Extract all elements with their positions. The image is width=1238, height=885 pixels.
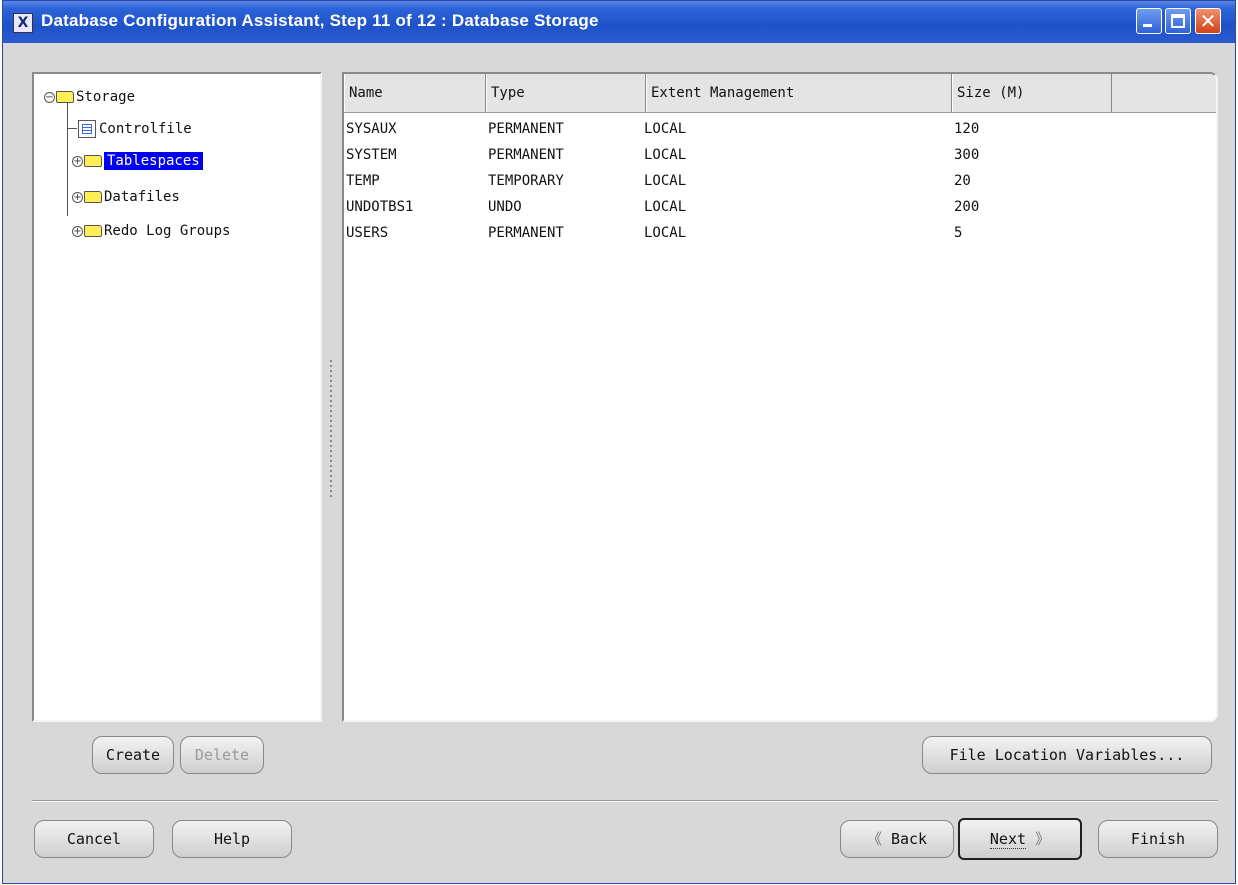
cell-size: 120 (954, 121, 980, 137)
back-label: Back (890, 830, 928, 848)
table-row[interactable]: SYSTEM PERMANENT LOCAL 300 (344, 142, 1216, 168)
table-row[interactable]: USERS PERMANENT LOCAL 5 (344, 220, 1216, 246)
chevron-right-icon: 》 (1035, 830, 1051, 848)
folder-icon (84, 225, 102, 237)
table-row[interactable]: UNDOTBS1 UNDO LOCAL 200 (344, 194, 1216, 220)
window-title: Database Configuration Assistant, Step 1… (41, 11, 599, 30)
cell-extent: LOCAL (644, 173, 687, 189)
cell-type: PERMANENT (488, 121, 564, 137)
title-bar[interactable]: X Database Configuration Assistant, Step… (3, 1, 1235, 43)
column-header-extent[interactable]: Extent Management (646, 74, 952, 112)
expand-icon[interactable]: + (72, 155, 83, 167)
delete-button[interactable]: Delete (180, 736, 264, 774)
chevron-left-icon: 《 (866, 830, 882, 848)
collapse-icon[interactable]: − (44, 91, 55, 103)
folder-icon (84, 155, 102, 167)
column-header-type[interactable]: Type (486, 74, 646, 112)
next-label: Next (989, 830, 1027, 849)
folder-icon (84, 191, 102, 203)
cell-extent: LOCAL (644, 121, 687, 137)
column-header-size[interactable]: Size (M) (952, 74, 1112, 112)
panel-splitter[interactable] (330, 360, 332, 500)
tree-node-redo-log-groups[interactable]: + Redo Log Groups (72, 220, 230, 242)
tree-node-controlfile[interactable]: Controlfile (78, 118, 192, 140)
cell-size: 300 (954, 147, 980, 163)
close-button[interactable]: ✕ (1195, 8, 1221, 34)
folder-icon (56, 91, 74, 103)
cell-type: PERMANENT (488, 225, 564, 241)
minimize-button[interactable] (1136, 8, 1162, 34)
table-header: Name Type Extent Management Size (M) (344, 74, 1216, 113)
cell-name: SYSTEM (346, 147, 397, 163)
table-row[interactable]: SYSAUX PERMANENT LOCAL 120 (344, 116, 1216, 142)
storage-tree[interactable]: − Storage Controlfile + Tablespaces + Da… (32, 72, 322, 722)
cancel-button[interactable]: Cancel (34, 820, 154, 858)
expand-icon[interactable]: + (72, 225, 83, 237)
cell-size: 20 (954, 173, 971, 189)
cell-name: UNDOTBS1 (346, 199, 414, 215)
tree-node-label: Controlfile (99, 121, 192, 137)
create-button[interactable]: Create (92, 736, 174, 774)
app-icon: X (13, 13, 33, 33)
separator (32, 800, 1218, 802)
cell-extent: LOCAL (644, 147, 687, 163)
tree-node-label: Tablespaces (104, 152, 203, 170)
cell-type: TEMPORARY (488, 173, 564, 189)
tree-node-datafiles[interactable]: + Datafiles (72, 186, 180, 208)
close-icon: ✕ (1199, 9, 1217, 33)
minimize-icon (1143, 24, 1152, 27)
cell-size: 5 (954, 225, 963, 241)
cell-type: PERMANENT (488, 147, 564, 163)
cell-name: SYSAUX (346, 121, 397, 137)
tree-node-label: Redo Log Groups (104, 223, 231, 239)
cell-name: USERS (346, 225, 389, 241)
tree-node-label: Datafiles (104, 189, 180, 205)
cell-extent: LOCAL (644, 199, 687, 215)
expand-icon[interactable]: + (72, 191, 83, 203)
cell-extent: LOCAL (644, 225, 687, 241)
tablespace-table: Name Type Extent Management Size (M) SYS… (342, 72, 1218, 722)
column-header-name[interactable]: Name (344, 74, 486, 112)
next-button[interactable]: Next 》 (958, 818, 1082, 860)
tree-node-label: Storage (76, 89, 136, 105)
finish-button[interactable]: Finish (1098, 820, 1218, 858)
document-icon (78, 120, 96, 138)
tree-connector (67, 96, 68, 216)
help-button[interactable]: Help (172, 820, 292, 858)
cell-name: TEMP (346, 173, 380, 189)
maximize-button[interactable] (1165, 8, 1191, 34)
tree-node-tablespaces[interactable]: + Tablespaces (72, 150, 203, 172)
cell-size: 200 (954, 199, 980, 215)
cell-type: UNDO (488, 199, 522, 215)
back-button[interactable]: 《 Back (840, 820, 954, 858)
maximize-icon (1171, 14, 1185, 28)
tree-connector (67, 128, 77, 129)
file-location-variables-button[interactable]: File Location Variables... (922, 736, 1212, 774)
tree-node-storage[interactable]: − Storage (44, 86, 135, 108)
table-row[interactable]: TEMP TEMPORARY LOCAL 20 (344, 168, 1216, 194)
